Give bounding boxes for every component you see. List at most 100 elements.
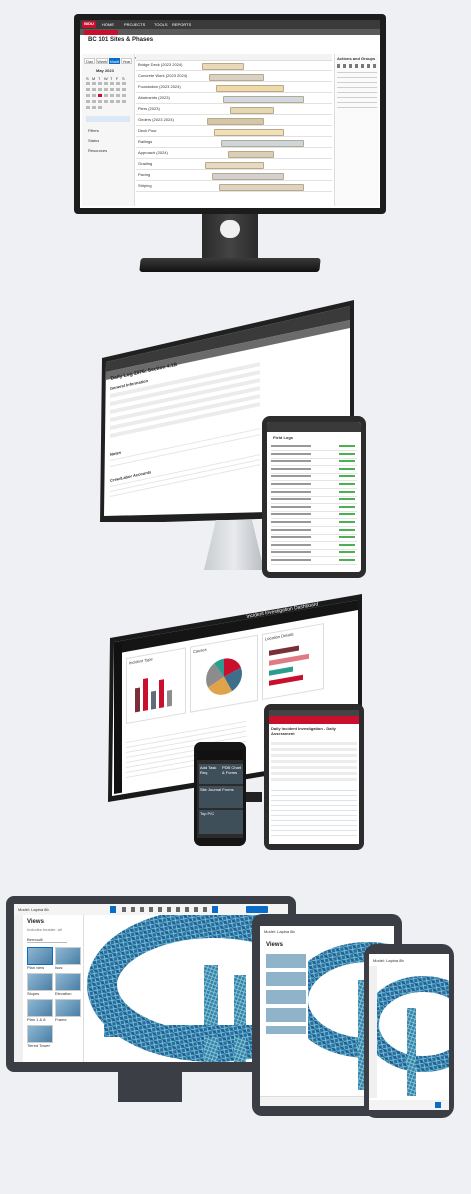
sidebar-highlight[interactable] [86,116,130,122]
view-thumbnail[interactable] [27,999,53,1017]
sidebar-link-status[interactable]: Status [88,138,99,143]
list-item[interactable] [271,482,357,489]
toolbar-icons[interactable] [122,907,214,912]
nav-reports[interactable]: REPORTS [172,22,191,27]
views-filter-dropdown[interactable]: Bernoulli [27,937,67,943]
calendar-day[interactable] [110,94,114,97]
gantt-row-label[interactable]: Foundation (2023 2024) [138,84,198,89]
list-item[interactable] [271,474,357,482]
calendar-day[interactable] [104,100,108,103]
calendar-day[interactable] [98,94,102,97]
calendar-day[interactable] [86,88,90,91]
card-location[interactable]: Location Details [262,623,324,701]
calendar-day[interactable] [86,82,90,85]
calendar-day[interactable] [98,82,102,85]
calendar-day[interactable] [92,100,96,103]
gantt-row-label[interactable]: Deck Pour [138,128,198,133]
gantt-bar[interactable] [216,85,284,92]
calendar-day[interactable] [86,100,90,103]
phone-tile-add-task[interactable]: Add Task Req [199,764,221,784]
view-thumbnail[interactable] [27,973,53,991]
view-year-button[interactable]: Year [120,58,132,64]
gantt-row-label[interactable]: Striping [138,183,198,188]
toolbar-share-button[interactable] [246,906,268,913]
view-day-button[interactable]: Day [84,58,96,64]
tablet-form-fields[interactable] [271,742,357,782]
tablet-view-thumbs[interactable] [266,954,306,1034]
gantt-bar[interactable] [214,129,284,136]
calendar-day[interactable] [98,100,102,103]
calendar-day[interactable] [116,82,120,85]
sidebar-link-filters[interactable]: Filters [88,128,99,133]
toolbar-view-button[interactable] [212,906,218,913]
gantt-bar[interactable] [209,74,264,81]
gantt-row-label[interactable]: Grading [138,161,198,166]
phone-tile-top-pc[interactable]: Top P/C [199,810,243,834]
gantt-row-label[interactable]: Abutments (2023) [138,95,198,100]
active-tab-indicator[interactable] [84,30,118,35]
field-log-list[interactable] [271,444,357,568]
gantt-bar[interactable] [219,184,304,191]
calendar-day[interactable] [86,94,90,97]
phone-tile-pdb-chart[interactable]: PDB Chart & Forms [221,764,243,784]
tablet-form-table[interactable] [271,790,357,840]
gantt-bar[interactable] [228,151,274,158]
list-item[interactable] [271,512,357,520]
view-month-button[interactable]: Month [108,58,120,64]
gantt-bar[interactable] [202,63,244,70]
right-panel-icons[interactable] [337,64,377,68]
calendar-day[interactable] [98,106,102,109]
card-causes[interactable]: Causes [190,634,258,713]
list-item[interactable] [271,558,357,565]
calendar-day[interactable] [116,100,120,103]
gantt-row-label[interactable]: Railings [138,139,198,144]
card-incident-type[interactable]: Incident Type [126,647,186,724]
gantt-row-label[interactable]: Bridge Deck (2023 2024) [138,62,198,67]
view-thumbnail[interactable] [55,973,81,991]
gantt-bar[interactable] [207,118,264,125]
list-item[interactable] [271,535,357,543]
sidebar-link-resources[interactable]: Resources [88,148,107,153]
nav-projects[interactable]: PROJECTS [124,22,145,27]
calendar-day[interactable] [98,88,102,91]
list-item[interactable] [271,467,357,474]
section-notes[interactable]: Notes [110,450,121,457]
calendar-day[interactable] [104,94,108,97]
calendar-day[interactable] [122,94,126,97]
calendar-day[interactable] [122,88,126,91]
view-thumbnail[interactable] [55,947,81,965]
gantt-bar[interactable] [230,107,274,114]
gantt-row-label[interactable]: Concrete Work (2023 2024) [138,73,198,78]
phone-model-canvas[interactable] [377,968,449,1096]
gantt-row-label[interactable]: Piers (2023) [138,106,198,111]
list-item[interactable] [271,528,357,535]
calendar-day[interactable] [92,82,96,85]
gantt-row-label[interactable]: Girders (2023 2024) [138,117,198,122]
calendar-day[interactable] [116,88,120,91]
calendar-day[interactable] [110,100,114,103]
gantt-bar[interactable] [221,140,304,147]
calendar-day[interactable] [122,100,126,103]
calendar-day[interactable] [92,106,96,109]
list-item[interactable] [271,505,357,512]
nav-home[interactable]: HOME [102,22,114,27]
list-item[interactable] [271,550,357,558]
view-thumbnail[interactable] [27,947,53,965]
calendar-day[interactable] [110,88,114,91]
calendar-day[interactable] [104,82,108,85]
list-item[interactable] [271,444,357,451]
gantt-chart[interactable]: Bridge Deck (2023 2024) Concrete Work (20… [136,54,332,206]
list-item[interactable] [271,543,357,550]
gantt-bar[interactable] [205,162,264,169]
gantt-row-label[interactable]: Paving [138,172,198,177]
gantt-row-label[interactable]: Approach (2024) [138,150,198,155]
phone-bottom-toolbar[interactable] [369,1100,449,1110]
phone-active-tool[interactable] [435,1102,441,1108]
calendar-day[interactable] [104,88,108,91]
gantt-bar[interactable] [212,173,284,180]
phone-tile-site-journal[interactable]: Site Journal Forms [199,786,243,808]
gantt-bar[interactable] [223,96,304,103]
calendar-day[interactable] [86,106,90,109]
view-thumbnail[interactable] [27,1025,53,1043]
list-item[interactable] [271,490,357,497]
